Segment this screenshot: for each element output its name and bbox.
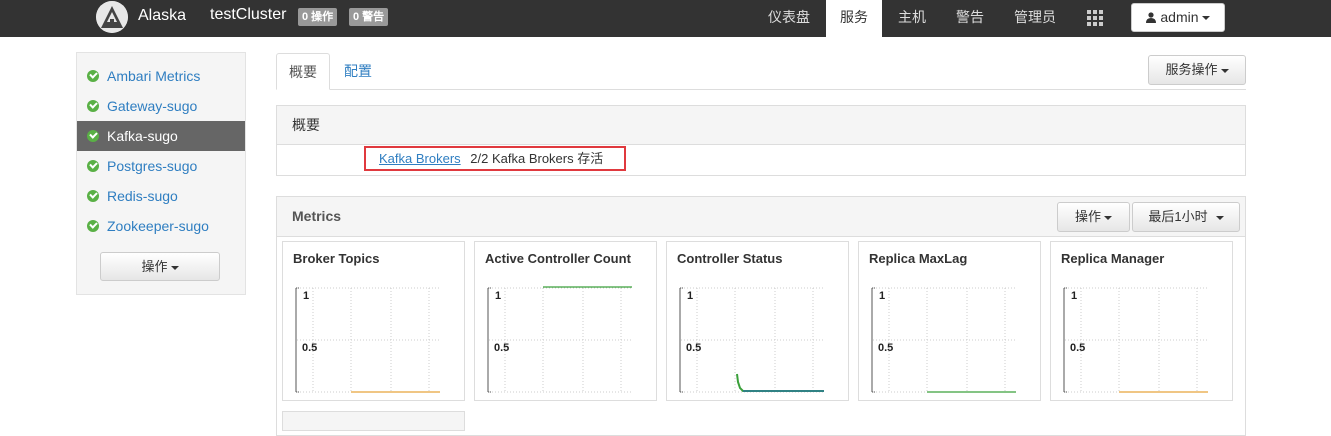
- tick-label: 1: [1071, 290, 1077, 302]
- tick-label: 1: [303, 290, 309, 302]
- tab-summary[interactable]: 概要: [276, 53, 330, 90]
- chevron-down-icon: [1220, 68, 1229, 73]
- service-actions-label: 服务操作: [1165, 62, 1218, 77]
- status-ok-icon: [87, 130, 99, 142]
- series-line: [736, 373, 824, 392]
- nav-dashboard[interactable]: 仪表盘: [754, 0, 824, 37]
- metric-sparkline: 10.5: [871, 287, 1016, 393]
- tick-label: 0.5: [878, 342, 893, 354]
- metric-sparkline: 10.5: [1063, 287, 1208, 393]
- sidebar-actions-button[interactable]: 操作: [100, 252, 220, 281]
- metric-card-controller-status[interactable]: Controller Status 1 0.5: [666, 241, 849, 401]
- kafka-brokers-summary: Kafka Brokers 2/2 Kafka Brokers 存活: [364, 146, 626, 171]
- status-ok-icon: [87, 190, 99, 202]
- metric-sparkline: 10.5: [295, 287, 440, 393]
- tick-label: 1: [687, 290, 693, 302]
- sidebar-item-ambari-metrics[interactable]: Ambari Metrics: [77, 61, 245, 91]
- top-navbar: Alaska testCluster 0 操作 0 警告 仪表盘 服务 主机 警…: [0, 0, 1331, 37]
- sidebar-item-postgres[interactable]: Postgres-sugo: [77, 151, 245, 181]
- ambari-logo-icon[interactable]: [96, 1, 128, 33]
- user-name: admin: [1160, 9, 1199, 25]
- app-brand[interactable]: Alaska: [138, 7, 186, 25]
- cluster-name[interactable]: testCluster: [210, 6, 286, 24]
- sidebar-item-kafka[interactable]: Kafka-sugo: [77, 121, 245, 151]
- kafka-brokers-status: 2/2 Kafka Brokers 存活: [470, 151, 604, 166]
- sidebar-item-label: Ambari Metrics: [107, 68, 201, 84]
- sidebar-item-label: Gateway-sugo: [107, 98, 198, 114]
- sidebar-actions-label: 操作: [141, 259, 168, 274]
- nav-services[interactable]: 服务: [826, 0, 882, 37]
- chevron-down-icon: [1215, 215, 1224, 220]
- sidebar-item-label: Redis-sugo: [107, 188, 178, 204]
- time-range-button[interactable]: 最后1小时: [1132, 202, 1240, 232]
- tick-label: 1: [495, 290, 501, 302]
- summary-title: 概要: [277, 106, 1245, 145]
- user-menu-button[interactable]: admin: [1131, 3, 1225, 32]
- status-ok-icon: [87, 70, 99, 82]
- views-grid-icon[interactable]: [1087, 10, 1103, 26]
- alerts-badge[interactable]: 0 警告: [349, 8, 389, 26]
- metric-card-broker-topics[interactable]: Broker Topics 1 0.5: [282, 241, 465, 401]
- sidebar-item-label: Postgres-sugo: [107, 158, 198, 174]
- tick-label: 0.5: [494, 342, 509, 354]
- metrics-actions-button[interactable]: 操作: [1057, 202, 1130, 232]
- metric-card-partial: [282, 411, 465, 431]
- service-actions-button[interactable]: 服务操作: [1148, 55, 1246, 85]
- user-icon: [1146, 12, 1157, 23]
- status-ok-icon: [87, 160, 99, 172]
- kafka-brokers-link[interactable]: Kafka Brokers: [379, 151, 461, 166]
- tick-label: 0.5: [686, 342, 701, 354]
- chevron-down-icon: [170, 265, 179, 270]
- status-ok-icon: [87, 220, 99, 232]
- chevron-down-icon: [1104, 215, 1112, 220]
- sidebar-item-redis[interactable]: Redis-sugo: [77, 181, 245, 211]
- tick-label: 0.5: [302, 342, 317, 354]
- service-tabs: 概要 配置: [276, 53, 1246, 90]
- status-ok-icon: [87, 100, 99, 112]
- ops-badge[interactable]: 0 操作: [298, 8, 338, 26]
- tab-configs[interactable]: 配置: [332, 53, 384, 90]
- nav-admin[interactable]: 管理员: [1000, 0, 1070, 37]
- sidebar-item-gateway[interactable]: Gateway-sugo: [77, 91, 245, 121]
- tick-label: 1: [879, 290, 885, 302]
- sidebar-item-label: Zookeeper-sugo: [107, 218, 209, 234]
- metric-card-replica-maxlag[interactable]: Replica MaxLag 1 0.5: [858, 241, 1041, 401]
- sidebar-item-label: Kafka-sugo: [107, 128, 178, 144]
- metric-card-replica-manager[interactable]: Replica Manager 1 0.5: [1050, 241, 1233, 401]
- nav-alerts[interactable]: 警告: [942, 0, 998, 37]
- tick-label: 0.5: [1070, 342, 1085, 354]
- nav-hosts[interactable]: 主机: [884, 0, 940, 37]
- chevron-down-icon: [1201, 16, 1210, 21]
- metric-sparkline: 10.5: [679, 287, 824, 393]
- metrics-actions-label: 操作: [1074, 209, 1101, 224]
- services-sidebar: Ambari Metrics Gateway-sugo Kafka-sugo P…: [76, 52, 246, 295]
- sidebar-item-zookeeper[interactable]: Zookeeper-sugo: [77, 211, 245, 241]
- metric-sparkline: 10.5: [487, 286, 632, 393]
- time-range-label: 最后1小时: [1148, 209, 1208, 224]
- metric-card-active-controller-count[interactable]: Active Controller Count 1 0.5: [474, 241, 657, 401]
